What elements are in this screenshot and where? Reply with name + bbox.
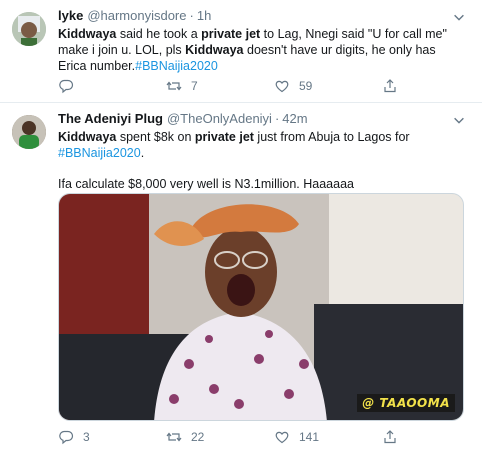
like-icon (275, 431, 289, 444)
user-handle[interactable]: @TheOnlyAdeniyi (167, 111, 272, 127)
reply-icon (59, 430, 74, 445)
bold-keyword: Kiddwaya (185, 43, 244, 57)
watermark-label: @ TAAOOMA (357, 394, 455, 412)
retweet-count: 7 (191, 79, 198, 93)
separator-dot: · (189, 8, 194, 23)
bold-keyword: private jet (194, 130, 254, 144)
like-count: 141 (299, 430, 320, 444)
timestamp[interactable]: 42m (282, 111, 307, 127)
reply-icon (59, 79, 74, 94)
like-button[interactable]: 59 (274, 78, 382, 94)
tweet-text: Kiddwaya said he took a private jet to L… (58, 26, 466, 74)
text-segment: . (140, 146, 145, 160)
tweet[interactable]: lyke @harmonyisdore · 1h Kiddwaya said h… (0, 0, 482, 103)
separator-dot: · (274, 111, 280, 126)
hashtag-link[interactable]: #BBNaijia2020 (135, 59, 218, 73)
user-handle[interactable]: @harmonyisdore (87, 8, 186, 24)
meme-photo (59, 194, 463, 420)
hashtag-link[interactable]: #BBNaijia2020 (58, 146, 141, 160)
bold-keyword: Kiddwaya (58, 130, 117, 144)
tweet-header: The Adeniyi Plug @TheOnlyAdeniyi · 42m (58, 111, 466, 127)
retweet-icon (166, 81, 182, 91)
retweet-button[interactable]: 7 (166, 78, 274, 94)
tweet-text-line: Ifa calculate $8,000 very well is N3.1mi… (58, 177, 354, 191)
display-name[interactable]: lyke (58, 8, 83, 24)
share-button[interactable] (382, 78, 398, 94)
tweet[interactable]: The Adeniyi Plug @TheOnlyAdeniyi · 42m K… (0, 103, 482, 453)
tweet-text: Kiddwaya spent $8k on private jet just f… (58, 129, 466, 161)
like-button[interactable]: 141 (274, 429, 382, 445)
reply-count: 3 (83, 430, 90, 444)
display-name[interactable]: The Adeniyi Plug (58, 111, 163, 127)
caret-down-icon[interactable] (452, 113, 466, 127)
bold-keyword: private jet (201, 27, 261, 41)
timestamp[interactable]: 1h (197, 8, 211, 24)
like-count: 59 (299, 79, 313, 93)
like-icon (275, 80, 289, 93)
reply-button[interactable]: 3 (58, 429, 166, 445)
retweet-button[interactable]: 22 (166, 429, 274, 445)
tweet-media-image[interactable]: @ TAAOOMA (58, 193, 464, 421)
reply-button[interactable] (58, 78, 166, 94)
avatar[interactable] (12, 12, 46, 46)
retweet-icon (166, 432, 182, 442)
caret-down-icon[interactable] (452, 10, 466, 24)
text-segment: said he took a (116, 27, 202, 41)
bold-keyword: Kiddwaya (58, 27, 117, 41)
share-button[interactable] (382, 429, 398, 445)
text-segment: spent $8k on (116, 130, 195, 144)
tweet-header: lyke @harmonyisdore · 1h (58, 8, 466, 24)
retweet-count: 22 (191, 430, 205, 444)
share-icon (384, 430, 396, 444)
avatar[interactable] (12, 115, 46, 149)
share-icon (384, 79, 396, 93)
text-segment: just from Abuja to Lagos for (253, 130, 410, 144)
